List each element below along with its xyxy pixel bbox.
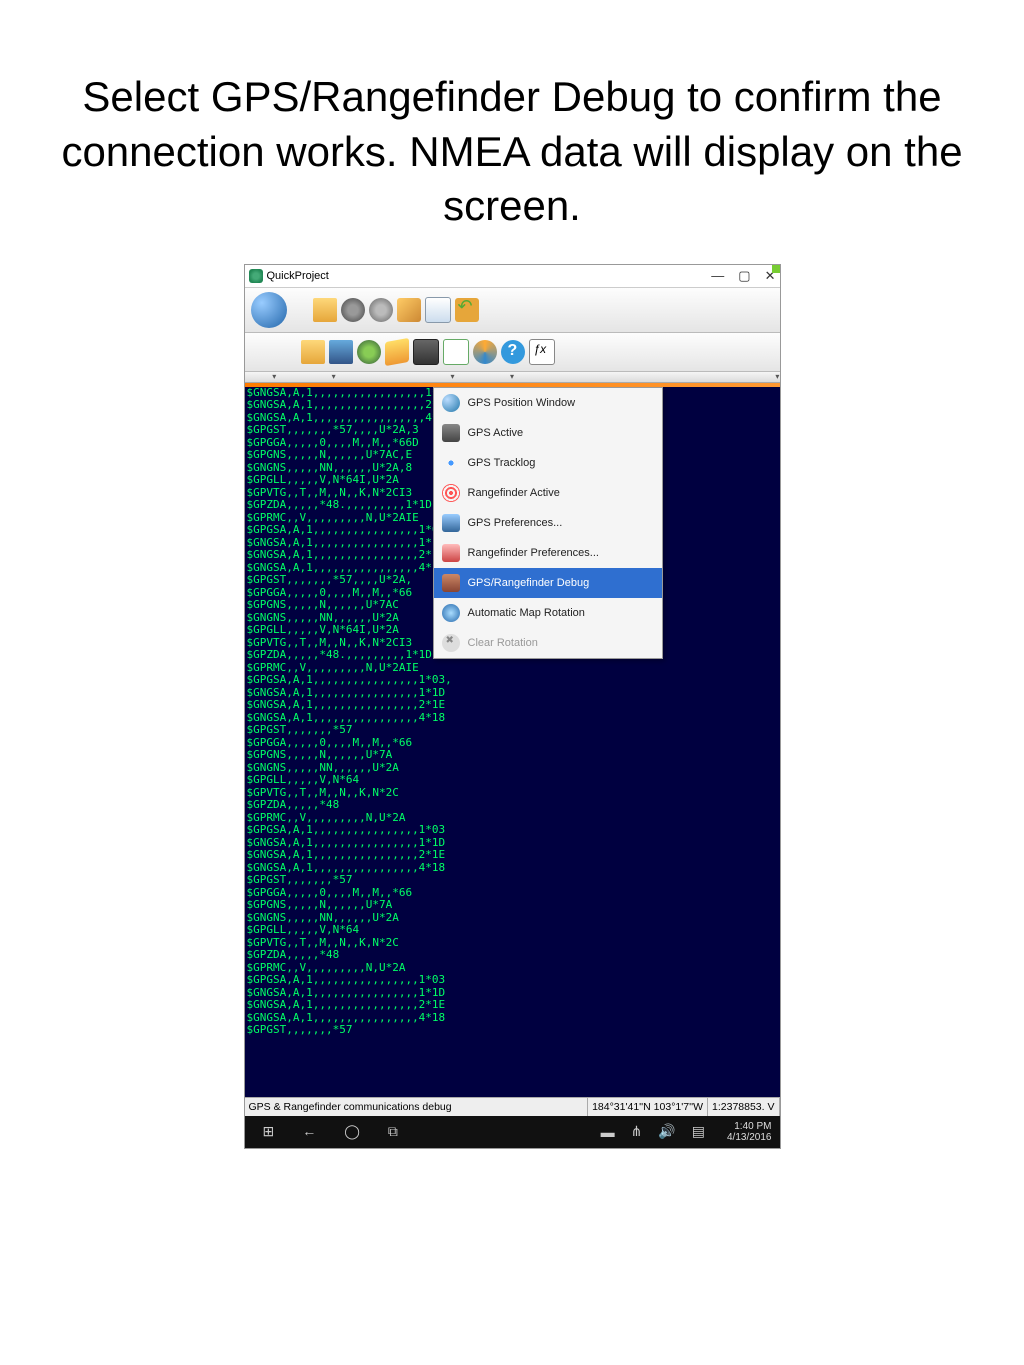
menu-item-label: GPS Active [468,427,524,440]
dropdown-arrow-icon[interactable]: ▾ [423,372,482,382]
system-clock[interactable]: 1:40 PM 4/13/2016 [721,1121,778,1143]
nmea-line: $GNGSA,A,1,,,,,,,,,,,,,,,,2*1E [245,999,780,1012]
nmea-line: $GPGNS,,,,,N,,,,,,U*7A [245,899,780,912]
menu-item-gps-tracklog[interactable]: GPS Tracklog [434,448,662,478]
open-icon[interactable] [301,340,325,364]
menu-item-rangefinder-preferences-[interactable]: Rangefinder Preferences... [434,538,662,568]
toolbar-row-1 [245,288,780,333]
menu-item-automatic-map-rotation[interactable]: Automatic Map Rotation [434,598,662,628]
start-button[interactable]: ⊞ [263,1123,275,1140]
menu-item-clear-rotation: Clear Rotation [434,628,662,658]
mi-sat-icon [442,424,460,442]
mi-waves-icon [442,484,460,502]
minimize-button[interactable]: — [711,268,724,284]
nmea-line: $GPGST,,,,,,,*57 [245,874,780,887]
app-icon [249,269,263,283]
menu-item-label: GPS/Rangefinder Debug [468,577,590,590]
mi-dots-icon [442,454,460,472]
slide-title: Select GPS/Rangefinder Debug to confirm … [40,70,984,234]
window-title: QuickProject [267,270,712,282]
dropdown-arrow-icon[interactable]: ▾ [245,372,304,382]
mi-globe-icon [442,394,460,412]
menu-item-label: Rangefinder Active [468,487,560,500]
windows-taskbar: ⊞ ← ◯ ⧉ ▬ ⋔ 🔊 ▤ 1:40 PM 4/13/2016 [245,1116,780,1148]
back-button[interactable]: ← [302,1123,316,1140]
menu-item-label: Automatic Map Rotation [468,607,585,620]
nmea-line: $GPGST,,,,,,,*57 [245,1024,780,1037]
menu-item-label: GPS Position Window [468,397,576,410]
menu-item-gps-position-window[interactable]: GPS Position Window [434,388,662,418]
menu-item-label: Clear Rotation [468,637,538,650]
gps-dropdown-menu: GPS Position Window GPS Active GPS Tracklo… [433,387,663,659]
task-view-button[interactable]: ⧉ [388,1123,398,1140]
undo-icon[interactable] [455,298,479,322]
battery-icon[interactable]: ▬ [601,1124,615,1140]
nmea-line: $GPGSA,A,1,,,,,,,,,,,,,,,,1*03 [245,824,780,837]
document-icon[interactable] [425,297,451,323]
mi-clear-icon [442,634,460,652]
nmea-line: $GPGSA,A,1,,,,,,,,,,,,,,,,1*03 [245,974,780,987]
mi-debug-icon [442,574,460,592]
status-scale: 1:2378853. V [708,1098,779,1116]
toolbar-dropdowns: ▾ ▾ ▾ ▾ ▾ [245,372,780,383]
nmea-line: $GPZDA,,,,,*48 [245,799,780,812]
menu-item-label: Rangefinder Preferences... [468,547,599,560]
nmea-line: $GPGLL,,,,,V,N*64 [245,924,780,937]
menu-item-label: GPS Tracklog [468,457,536,470]
gps-menu-button[interactable] [413,339,439,365]
page-icon[interactable] [443,339,469,365]
mi-rpref-icon [442,544,460,562]
save-icon[interactable] [329,340,353,364]
help-icon[interactable] [501,340,525,364]
cortana-button[interactable]: ◯ [344,1123,360,1140]
settings-icon[interactable] [357,340,381,364]
menu-item-label: GPS Preferences... [468,517,563,530]
nmea-line: $GPGNS,,,,,N,,,,,,U*7A [245,749,780,762]
dropdown-arrow-icon[interactable]: ▾ [304,372,363,382]
nmea-line: $GPGLL,,,,,V,N*64 [245,774,780,787]
tools-icon[interactable] [369,298,393,322]
pencil-icon[interactable] [397,298,421,322]
toolbar-row-2 [245,333,780,372]
nmea-line: $GNGSA,A,1,,,,,,,,,,,,,,,,2*1E [245,849,780,862]
dropdown-arrow-icon[interactable]: ▾ [720,372,779,382]
debug-output-area: $GNGSA,A,1,,,,,,,,,,,,,,,,,1*1D$GNGSA,A,… [245,387,780,1097]
refresh-icon[interactable] [473,340,497,364]
mi-pref-icon [442,514,460,532]
nmea-line: $GPGSA,A,1,,,,,,,,,,,,,,,,1*03, [245,674,780,687]
nmea-line: $GNGSA,A,1,,,,,,,,,,,,,,,,2*1E [245,699,780,712]
app-window: QuickProject — ▢ ✕ ▾ ▾ ▾ ▾ ▾ [244,264,781,1149]
mi-rotate-icon [442,604,460,622]
status-message: GPS & Rangefinder communications debug [245,1098,589,1116]
menu-item-gps-active[interactable]: GPS Active [434,418,662,448]
notifications-icon[interactable]: ▤ [692,1123,705,1140]
menu-item-gps-rangefinder-debug[interactable]: GPS/Rangefinder Debug [434,568,662,598]
maximize-button[interactable]: ▢ [738,268,750,284]
volume-icon[interactable]: 🔊 [658,1123,675,1140]
gear-icon[interactable] [341,298,365,322]
fx-icon[interactable] [529,339,555,365]
folder-icon[interactable] [313,298,337,322]
globe-icon[interactable] [251,292,287,328]
menu-item-gps-preferences-[interactable]: GPS Preferences... [434,508,662,538]
menu-item-rangefinder-active[interactable]: Rangefinder Active [434,478,662,508]
wifi-icon[interactable]: ⋔ [631,1123,643,1140]
nmea-line: $GPGST,,,,,,,*57 [245,724,780,737]
status-bar: GPS & Rangefinder communications debug 1… [245,1097,780,1116]
status-coordinates: 184°31'41''N 103°1'7''W [588,1098,708,1116]
title-bar: QuickProject — ▢ ✕ [245,265,780,288]
resize-handle[interactable] [772,265,780,273]
nmea-line: $GPZDA,,,,,*48 [245,949,780,962]
layers-icon[interactable] [385,338,409,366]
dropdown-arrow-icon[interactable]: ▾ [482,372,541,382]
